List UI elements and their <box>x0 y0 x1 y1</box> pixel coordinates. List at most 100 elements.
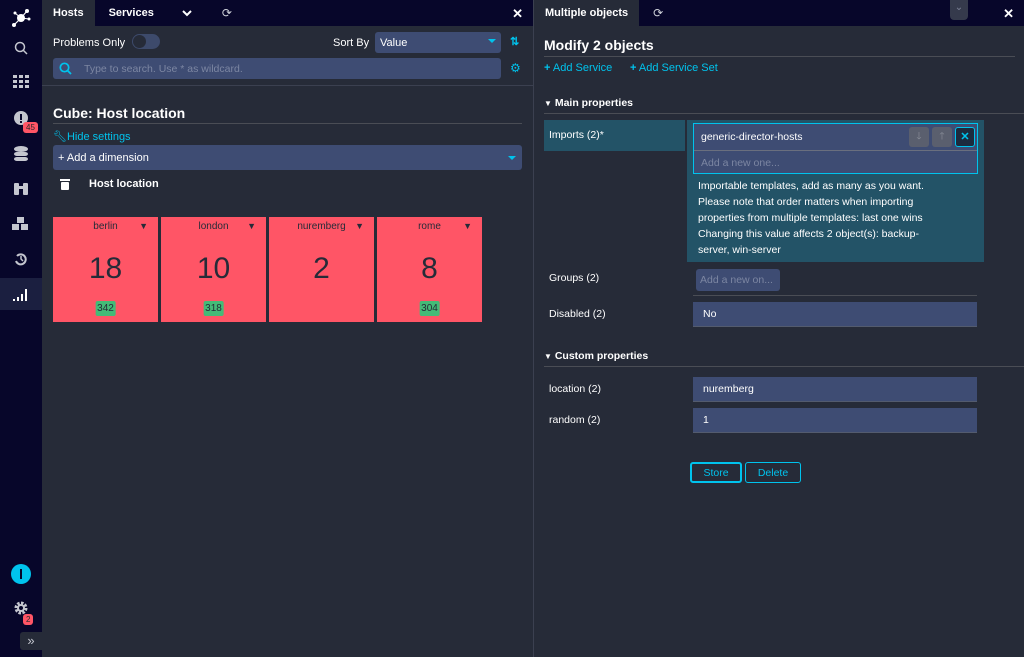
groups-label: Groups (2) <box>549 272 600 284</box>
hide-settings-link[interactable]: 🔧︎Hide settings <box>53 130 131 143</box>
main-properties-label: Main properties <box>554 97 634 109</box>
imports-add-placeholder[interactable]: Add a new one... <box>701 157 780 169</box>
filter-icon[interactable]: ▼ <box>355 221 364 231</box>
cubes-icon[interactable] <box>0 208 42 240</box>
location-label: location (2) <box>549 383 601 395</box>
plus-icon: + <box>544 62 551 74</box>
cube-tile-berlin[interactable]: berlin ▼ 18 342 <box>53 217 158 322</box>
filter-icon[interactable]: ▼ <box>463 221 472 231</box>
cube-tile-london[interactable]: london ▼ 10 318 <box>161 217 266 322</box>
caret-down-icon: ▼ <box>544 352 552 361</box>
caret-down-icon: ▼ <box>544 99 552 108</box>
exclamation-icon[interactable]: 45 <box>0 102 42 134</box>
help-line: properties from multiple templates: last… <box>698 212 923 224</box>
add-service-set-link[interactable]: + Add Service Set <box>630 62 718 74</box>
signal-icon[interactable] <box>0 278 42 310</box>
chevron-down-icon[interactable] <box>168 0 206 26</box>
gear-icon[interactable]: ⚙ <box>510 61 521 75</box>
disabled-label: Disabled (2) <box>549 308 606 320</box>
user-icon[interactable] <box>0 558 42 590</box>
imports-field-cell: generic-director-hosts 🡓 🡑 ✕ Add a new o… <box>687 120 984 262</box>
settings-badge: 2 <box>23 614 34 625</box>
tile-count: 2 <box>313 252 330 285</box>
section-divider <box>544 113 1024 114</box>
database-icon[interactable] <box>0 138 42 170</box>
add-service-link[interactable]: + Add Service <box>544 62 612 74</box>
cube-tile-nuremberg[interactable]: nuremberg ▼ 2 <box>269 217 374 322</box>
page-title: Modify 2 objects <box>544 37 654 53</box>
imports-help-text: Importable templates, add as many as you… <box>698 178 924 258</box>
main-properties-toggle[interactable]: ▼ Main properties <box>544 97 633 109</box>
close-icon[interactable]: ✕ <box>512 6 523 22</box>
grid-icon[interactable] <box>0 66 42 98</box>
problems-only-toggle[interactable] <box>132 34 160 49</box>
gear-icon[interactable]: 2 <box>0 592 42 625</box>
search-icon <box>59 62 72 75</box>
store-button[interactable]: Store <box>690 462 742 483</box>
problems-badge: 45 <box>23 122 38 133</box>
binoculars-icon[interactable] <box>0 172 42 204</box>
remove-button[interactable]: ✕ <box>955 127 975 147</box>
imports-label-cell: Imports (2)* <box>544 120 685 151</box>
disabled-select[interactable]: No <box>693 302 977 327</box>
delete-button[interactable]: Delete <box>745 462 801 483</box>
logo-icon[interactable] <box>0 2 42 34</box>
expand-sidebar-button[interactable]: » <box>20 632 42 650</box>
search-icon[interactable] <box>0 32 42 64</box>
groups-input[interactable]: Add a new on... <box>696 269 780 291</box>
tab-services[interactable]: Services <box>95 0 168 26</box>
dropdown-caret-icon <box>488 39 496 43</box>
help-line: server, win-server <box>698 244 781 256</box>
right-tabbar: Multiple objects ⟳ ⌄ ✕ <box>534 0 1024 26</box>
input-divider <box>694 150 977 151</box>
filter-icon[interactable]: ▼ <box>247 221 256 231</box>
custom-properties-label: Custom properties <box>554 350 649 362</box>
add-service-set-label: Add Service Set <box>638 62 718 74</box>
section-divider <box>544 366 1024 367</box>
imports-value: generic-director-hosts <box>701 131 803 143</box>
tile-badge: 342 <box>95 301 116 316</box>
cube-tile-rome[interactable]: rome ▼ 8 304 <box>377 217 482 322</box>
search-input[interactable]: Type to search. Use * as wildcard. <box>53 58 501 79</box>
help-line: Importable templates, add as many as you… <box>698 180 924 192</box>
add-service-label: Add Service <box>552 62 613 74</box>
random-input[interactable]: 1 <box>693 408 977 433</box>
filter-icon[interactable]: ▼ <box>139 221 148 231</box>
sort-direction-icon[interactable]: ⇅ <box>510 35 519 48</box>
tile-count: 10 <box>196 252 231 285</box>
move-down-button[interactable]: 🡓 <box>909 127 929 147</box>
dimension-label: Host location <box>89 178 159 190</box>
cube-title: Cube: Host location <box>53 105 186 121</box>
plus-icon: + <box>630 62 637 74</box>
history-icon[interactable] <box>0 243 42 275</box>
close-icon[interactable]: ✕ <box>1003 6 1014 22</box>
help-line: Please note that order matters when impo… <box>698 196 914 208</box>
imports-label: Imports (2)* <box>549 129 604 141</box>
sort-by-label: Sort By <box>333 37 370 49</box>
add-dimension-select[interactable]: + Add a dimension <box>53 145 522 170</box>
sort-by-select[interactable]: Value <box>375 32 501 53</box>
dropdown-caret-icon <box>508 156 516 160</box>
location-input[interactable]: nuremberg <box>693 377 977 402</box>
wrench-icon: 🔧︎ <box>53 131 67 143</box>
tile-badge: 318 <box>203 301 224 316</box>
tile-count: 8 <box>421 252 438 285</box>
divider <box>42 85 533 86</box>
refresh-icon[interactable]: ⟳ <box>206 0 248 26</box>
help-line: Changing this value affects 2 object(s):… <box>698 228 920 240</box>
tab-multiple-objects[interactable]: Multiple objects <box>534 0 640 26</box>
add-dimension-label: + Add a dimension <box>58 151 149 164</box>
tab-hosts[interactable]: Hosts <box>42 0 95 26</box>
sort-by-value: Value <box>380 36 408 49</box>
move-up-button[interactable]: 🡑 <box>932 127 952 147</box>
divider <box>693 295 977 296</box>
refresh-icon[interactable]: ⟳ <box>639 0 677 26</box>
collapse-header-button[interactable]: ⌄ <box>950 0 968 20</box>
custom-properties-toggle[interactable]: ▼ Custom properties <box>544 350 648 362</box>
problems-only-label: Problems Only <box>53 37 126 49</box>
title-divider <box>53 123 522 124</box>
tile-badge: 304 <box>419 301 440 316</box>
trash-icon[interactable] <box>60 178 70 190</box>
object-panel: Multiple objects ⟳ ⌄ ✕ Modify 2 objects … <box>534 0 1024 657</box>
imports-input[interactable]: generic-director-hosts 🡓 🡑 ✕ Add a new o… <box>693 123 978 174</box>
